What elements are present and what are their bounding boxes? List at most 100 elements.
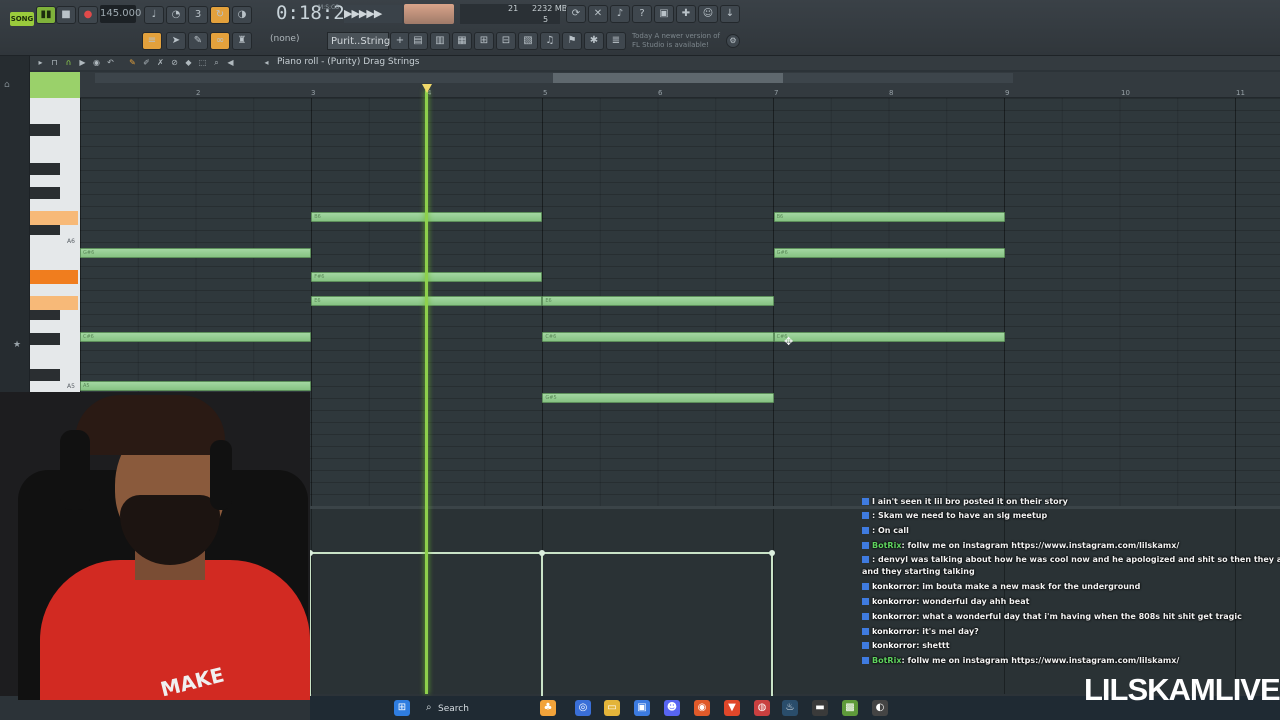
black-key[interactable]	[30, 333, 60, 345]
browser-taskbar-icon[interactable]: ◉	[694, 700, 710, 716]
bar-number[interactable]: 7	[774, 89, 778, 97]
brave-icon[interactable]: ▼	[724, 700, 740, 716]
highlighted-key[interactable]	[30, 270, 78, 284]
save-icon[interactable]: ▣	[654, 5, 674, 23]
channel-rack-icon[interactable]: ▦	[452, 32, 472, 50]
delete-tool-icon[interactable]: ✗	[156, 58, 165, 67]
scrollbar-thumb[interactable]	[553, 73, 783, 83]
bar-number[interactable]: 3	[311, 89, 315, 97]
speaker-icon[interactable]: ◂	[262, 58, 271, 67]
stop-icon[interactable]: ■	[56, 6, 76, 24]
record-pattern-icon[interactable]: ◉	[92, 58, 101, 67]
app-icon[interactable]: ◍	[754, 700, 770, 716]
bar-number[interactable]: 9	[1005, 89, 1009, 97]
mixer-window-icon[interactable]: ⊞	[474, 32, 494, 50]
news-gear-icon[interactable]: ⚙	[726, 34, 740, 48]
record-icon[interactable]: ●	[78, 6, 98, 24]
bar-number[interactable]: 6	[658, 89, 662, 97]
microphone-input-icon[interactable]: ♫	[540, 32, 560, 50]
magnet-icon[interactable]: ⊓	[50, 58, 59, 67]
loop-record-icon[interactable]: ↻	[210, 6, 230, 24]
bar-number[interactable]: 11	[1236, 89, 1245, 97]
notes-icon[interactable]: ≣	[606, 32, 626, 50]
velocity-handle[interactable]	[539, 550, 545, 556]
wait-icon[interactable]: ◔	[166, 6, 186, 24]
black-key[interactable]	[30, 124, 60, 136]
bar-number[interactable]: 2	[196, 89, 200, 97]
midi-note[interactable]: A5	[80, 381, 312, 391]
mute-tool-icon[interactable]: ⊘	[170, 58, 179, 67]
snap-magnet-icon[interactable]: ∩	[64, 58, 73, 67]
app-icon-3[interactable]: ▩	[842, 700, 858, 716]
arrow-right-icon[interactable]: ➤	[166, 32, 186, 50]
steam-icon[interactable]: ♨	[782, 700, 798, 716]
discord-icon[interactable]: ☻	[664, 700, 680, 716]
app-icon-4[interactable]: ◐	[872, 700, 888, 716]
midi-note[interactable]: G#6	[80, 248, 312, 258]
tempo-tap-icon[interactable]: ⚑	[562, 32, 582, 50]
fl-studio-taskbar-icon[interactable]: ♣	[540, 700, 556, 716]
countdown-icon[interactable]: 3	[188, 6, 208, 24]
tempo-display[interactable]: 145.000	[100, 5, 141, 23]
play-pattern-icon[interactable]: ▶	[78, 58, 87, 67]
file-explorer-icon[interactable]: ▭	[604, 700, 620, 716]
news-panel[interactable]: Today A newer version of FL Studio is av…	[632, 32, 720, 50]
store-icon[interactable]: ▣	[634, 700, 650, 716]
taskbar-search[interactable]: Search	[420, 701, 530, 717]
black-key[interactable]	[30, 163, 60, 175]
chat-icon[interactable]: ☺	[698, 5, 718, 23]
bar-number[interactable]: 5	[543, 89, 547, 97]
tools-icon[interactable]: ✕	[588, 5, 608, 23]
midi-note[interactable]: C#6	[80, 332, 312, 342]
highlighted-key[interactable]	[30, 211, 78, 225]
add-pattern-icon[interactable]: +	[390, 32, 410, 50]
favorite-star-icon[interactable]: ★	[13, 340, 21, 350]
mixer-icon[interactable]: ✚	[676, 5, 696, 23]
playhead-marker-icon[interactable]	[422, 84, 432, 93]
song-mode-badge[interactable]: SONG	[10, 12, 34, 26]
help-icon[interactable]: ?	[632, 5, 652, 23]
plugin-icon[interactable]: ♜	[232, 32, 252, 50]
midi-note[interactable]: C#6	[773, 332, 1005, 342]
midi-note[interactable]: E6	[542, 296, 774, 306]
bar-number[interactable]: 8	[889, 89, 893, 97]
download-icon[interactable]: ↓	[720, 5, 740, 23]
menu-arrow-icon[interactable]: ▸	[36, 58, 45, 67]
midi-note[interactable]: C#6	[542, 332, 774, 342]
velocity-bar[interactable]	[541, 553, 543, 696]
browser-icon[interactable]: ⊟	[496, 32, 516, 50]
highlighted-key[interactable]	[30, 296, 78, 310]
black-key[interactable]	[30, 369, 60, 381]
pattern-steps-icon[interactable]: ▶▶▶▶▶	[344, 5, 402, 23]
bar-number[interactable]: 10	[1121, 89, 1130, 97]
midi-note[interactable]: G#5	[542, 393, 774, 403]
undo-icon[interactable]: ↶	[106, 58, 115, 67]
snap-icon[interactable]: ≡	[142, 32, 162, 50]
playhead[interactable]	[425, 90, 428, 694]
midi-note[interactable]: G#6	[773, 248, 1005, 258]
app-icon-2[interactable]: ▬	[812, 700, 828, 716]
copilot-icon[interactable]: ◎	[575, 700, 591, 716]
playlist-icon[interactable]: ▤	[408, 32, 428, 50]
plugin-db-icon[interactable]: ▧	[518, 32, 538, 50]
microphone-icon[interactable]: ♪	[610, 5, 630, 23]
play-icon[interactable]: ▮▮	[36, 6, 56, 24]
pencil-icon[interactable]: ✎	[188, 32, 208, 50]
paint-tool-icon[interactable]: ✐	[142, 58, 151, 67]
metronome-icon[interactable]: ♩	[144, 6, 164, 24]
piano-roll-icon[interactable]: ▥	[430, 32, 450, 50]
channel-selector[interactable]: (none)	[270, 34, 299, 44]
zoom-tool-icon[interactable]: ⌕	[212, 58, 221, 67]
black-key[interactable]	[30, 187, 60, 199]
link-icon[interactable]: ∞	[210, 32, 230, 50]
midi-note[interactable]: B6	[773, 212, 1005, 222]
draw-tool-icon[interactable]: ✎	[128, 58, 137, 67]
refresh-icon[interactable]: ⟳	[566, 5, 586, 23]
fx-icon[interactable]: ✱	[584, 32, 604, 50]
select-tool-icon[interactable]: ⬚	[198, 58, 207, 67]
blend-notes-icon[interactable]: ◑	[232, 6, 252, 24]
velocity-handle[interactable]	[769, 550, 775, 556]
playback-tool-icon[interactable]: ◀	[226, 58, 235, 67]
slice-tool-icon[interactable]: ◆	[184, 58, 193, 67]
pattern-selector[interactable]: Purit..Strings	[327, 32, 395, 50]
